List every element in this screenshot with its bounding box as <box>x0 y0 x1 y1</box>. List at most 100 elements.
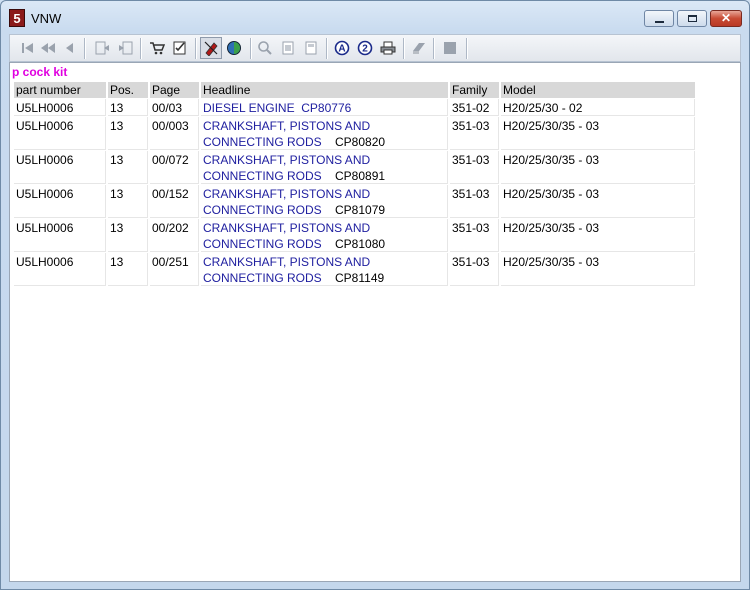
marker-icon[interactable] <box>200 37 222 59</box>
headline-link[interactable]: DIESEL ENGINE CP80776 <box>203 101 351 115</box>
cell-headline: CRANKSHAFT, PISTONS AND CONNECTING RODS C… <box>201 117 448 150</box>
page-fit-icon[interactable] <box>303 40 319 56</box>
headline-line-2: CONNECTING RODS <box>203 271 322 285</box>
column-header-model[interactable]: Model <box>501 82 695 98</box>
table-row[interactable]: U5LH0006 13 00/072 CRANKSHAFT, PISTONS A… <box>14 151 695 184</box>
cell-family: 351-02 <box>450 99 499 116</box>
stop-icon[interactable] <box>442 40 458 56</box>
headline-line-1: CRANKSHAFT, PISTONS AND <box>203 119 371 133</box>
checklist-icon[interactable] <box>172 40 188 56</box>
cell-family: 351-03 <box>450 219 499 252</box>
forward-icon[interactable] <box>118 40 134 56</box>
cart-icon[interactable] <box>149 40 165 56</box>
table-row[interactable]: U5LH0006 13 00/152 CRANKSHAFT, PISTONS A… <box>14 185 695 218</box>
cell-headline: DIESEL ENGINE CP80776 <box>201 99 448 116</box>
cp-code: CP81079 <box>335 203 386 217</box>
headline-line-1: CRANKSHAFT, PISTONS AND <box>203 255 371 269</box>
headline-line-2: CONNECTING RODS <box>203 135 322 149</box>
table-row[interactable]: U5LH0006 13 00/03 DIESEL ENGINE CP80776 … <box>14 99 695 116</box>
headline-line-2: CONNECTING RODS <box>203 203 322 217</box>
cell-pos: 13 <box>108 253 148 286</box>
globe-icon[interactable] <box>226 40 242 56</box>
column-header-headline[interactable]: Headline <box>201 82 448 98</box>
table-header-row: part number Pos. Page Headline Family Mo… <box>14 82 695 98</box>
maximize-button[interactable] <box>677 10 707 27</box>
app-icon[interactable]: 5 <box>9 9 25 27</box>
cell-pos: 13 <box>108 117 148 150</box>
back-icon[interactable] <box>94 40 110 56</box>
column-header-page[interactable]: Page <box>150 82 199 98</box>
cell-model: H20/25/30/35 - 03 <box>501 117 695 150</box>
table-row[interactable]: U5LH0006 13 00/202 CRANKSHAFT, PISTONS A… <box>14 219 695 252</box>
content-area: p cock kit part number Pos. Page Headlin… <box>9 62 741 582</box>
cell-family: 351-03 <box>450 117 499 150</box>
cell-pos: 13 <box>108 151 148 184</box>
first-page-icon[interactable] <box>20 40 36 56</box>
cell-page: 00/251 <box>150 253 199 286</box>
window-title: VNW <box>31 11 62 26</box>
cell-part-number: U5LH0006 <box>14 253 106 286</box>
eraser-icon[interactable] <box>411 40 427 56</box>
cell-family: 351-03 <box>450 253 499 286</box>
cell-model: H20/25/30/35 - 03 <box>501 253 695 286</box>
circle-2-icon[interactable]: 2 <box>357 40 373 56</box>
cp-code: CP81080 <box>335 237 386 251</box>
cell-headline: CRANKSHAFT, PISTONS AND CONNECTING RODS C… <box>201 151 448 184</box>
headline-line-1: CRANKSHAFT, PISTONS AND <box>203 187 371 201</box>
cp-code: CP80776 <box>301 101 352 115</box>
cell-part-number: U5LH0006 <box>14 99 106 116</box>
table-row[interactable]: U5LH0006 13 00/251 CRANKSHAFT, PISTONS A… <box>14 253 695 286</box>
svg-text:A: A <box>338 44 345 55</box>
minimize-icon <box>655 21 664 23</box>
maximize-icon <box>688 15 697 22</box>
cell-part-number: U5LH0006 <box>14 185 106 218</box>
cell-part-number: U5LH0006 <box>14 151 106 184</box>
close-button[interactable]: ✕ <box>710 10 742 27</box>
cell-headline: CRANKSHAFT, PISTONS AND CONNECTING RODS C… <box>201 219 448 252</box>
cell-pos: 13 <box>108 219 148 252</box>
close-icon: ✕ <box>720 11 732 25</box>
toolbar: A 2 <box>9 34 741 62</box>
cell-model: H20/25/30/35 - 03 <box>501 151 695 184</box>
application-window: 5 VNW ✕ A 2 p cock kit part number Pos. … <box>0 0 750 590</box>
toolbar-separator <box>140 38 142 59</box>
cp-code: CP81149 <box>335 271 385 285</box>
toolbar-separator <box>195 38 197 59</box>
cp-code: CP80820 <box>335 135 386 149</box>
kit-title: p cock kit <box>12 65 68 79</box>
cell-page: 00/072 <box>150 151 199 184</box>
cell-model: H20/25/30 - 02 <box>501 99 695 116</box>
cell-pos: 13 <box>108 99 148 116</box>
headline-text: DIESEL ENGINE <box>203 101 295 115</box>
column-header-pos[interactable]: Pos. <box>108 82 148 98</box>
minimize-button[interactable] <box>644 10 674 27</box>
cell-part-number: U5LH0006 <box>14 117 106 150</box>
cell-page: 00/152 <box>150 185 199 218</box>
cell-page: 00/003 <box>150 117 199 150</box>
toolbar-separator <box>84 38 86 59</box>
previous-fast-icon[interactable] <box>40 40 56 56</box>
cell-pos: 13 <box>108 185 148 218</box>
cell-family: 351-03 <box>450 151 499 184</box>
page-icon[interactable] <box>280 40 296 56</box>
previous-icon[interactable] <box>62 40 78 56</box>
toolbar-separator <box>403 38 405 59</box>
cell-headline: CRANKSHAFT, PISTONS AND CONNECTING RODS C… <box>201 185 448 218</box>
column-header-family[interactable]: Family <box>450 82 499 98</box>
parts-table: part number Pos. Page Headline Family Mo… <box>12 81 697 287</box>
zoom-icon[interactable] <box>257 40 273 56</box>
title-bar[interactable]: 5 VNW ✕ <box>1 1 749 33</box>
cell-page: 00/202 <box>150 219 199 252</box>
toolbar-separator <box>250 38 252 59</box>
headline-line-1: CRANKSHAFT, PISTONS AND <box>203 153 371 167</box>
cell-headline: CRANKSHAFT, PISTONS AND CONNECTING RODS C… <box>201 253 448 286</box>
circle-a-icon[interactable]: A <box>334 40 350 56</box>
column-header-part-number[interactable]: part number <box>14 82 106 98</box>
svg-text:2: 2 <box>362 44 368 55</box>
toolbar-separator <box>466 38 468 59</box>
headline-line-2: CONNECTING RODS <box>203 237 322 251</box>
toolbar-separator <box>326 38 328 59</box>
table-row[interactable]: U5LH0006 13 00/003 CRANKSHAFT, PISTONS A… <box>14 117 695 150</box>
headline-line-1: CRANKSHAFT, PISTONS AND <box>203 221 371 235</box>
print-icon[interactable] <box>380 40 396 56</box>
